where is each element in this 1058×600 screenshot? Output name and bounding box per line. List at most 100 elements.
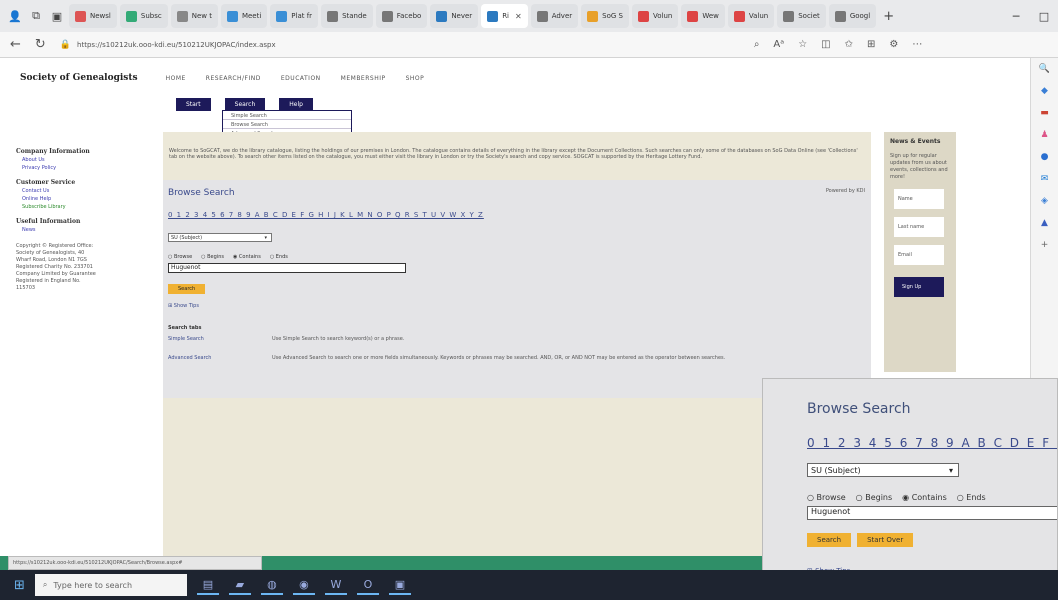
browser-tab[interactable]: New t: [170, 4, 218, 28]
taskbar-search[interactable]: ⌕ Type here to search: [34, 574, 187, 596]
outlook-taskbar-icon[interactable]: O: [356, 575, 379, 595]
site-logo[interactable]: Society of Genealogists: [20, 73, 138, 83]
zoom-browse-title: Browse Search: [807, 401, 911, 417]
maximize-icon[interactable]: □: [1030, 10, 1058, 23]
left-link[interactable]: Subscribe Library: [22, 204, 156, 210]
url-field[interactable]: 🔒 https://s10212uk.ooo-kdi.eu/510212UKJO…: [60, 40, 740, 50]
browser-tab[interactable]: Societ: [777, 4, 826, 28]
left-link[interactable]: Privacy Policy: [22, 165, 156, 171]
close-tab-icon[interactable]: ✕: [515, 12, 522, 21]
show-tips-link[interactable]: ⊞ Show Tips: [168, 303, 199, 309]
field-select[interactable]: SU (Subject) ▾: [168, 233, 272, 242]
file-explorer-icon[interactable]: ▰: [228, 575, 251, 595]
browser-tab[interactable]: Googl: [828, 4, 877, 28]
windows-start-icon[interactable]: ⊞: [14, 578, 25, 593]
browser-tab[interactable]: Subsc: [119, 4, 168, 28]
sign-up-button[interactable]: Sign Up: [894, 277, 944, 297]
match-radio[interactable]: ○ Begins: [201, 254, 224, 260]
left-link[interactable]: Online Help: [22, 196, 156, 202]
favorites-icon[interactable]: ✩: [845, 39, 853, 50]
site-nav-item[interactable]: SHOP: [406, 75, 425, 82]
zoom-icon[interactable]: ⌕: [754, 39, 760, 50]
news-signup-panel: News & Events Sign up for regular update…: [884, 132, 956, 372]
back-icon[interactable]: ←: [10, 37, 21, 52]
dropdown-item[interactable]: Browse Search: [223, 120, 351, 129]
browser-tab[interactable]: Facebo: [375, 4, 428, 28]
site-nav-item[interactable]: EDUCATION: [281, 75, 321, 82]
left-link[interactable]: Contact Us: [22, 188, 156, 194]
browser-tab[interactable]: Stande: [321, 4, 373, 28]
favorite-star-icon[interactable]: ☆: [798, 39, 807, 50]
tab-favicon-icon: [637, 10, 649, 22]
zoom-field-select[interactable]: SU (Subject) ▾: [807, 463, 959, 477]
tab-label: Valun: [748, 12, 769, 20]
collections-icon[interactable]: ⧉: [27, 7, 45, 25]
site-nav-item[interactable]: RESEARCH/FIND: [206, 75, 261, 82]
browser-tab[interactable]: Plat fr: [270, 4, 319, 28]
search-icon[interactable]: 🔍: [1039, 64, 1050, 74]
browser-tab[interactable]: Never: [430, 4, 479, 28]
minimize-icon[interactable]: ─: [1002, 10, 1030, 23]
search-submit-button[interactable]: Search: [168, 284, 206, 294]
site-nav: HOME RESEARCH/FIND EDUCATION MEMBERSHIP SHOP: [166, 75, 425, 82]
tools-icon[interactable]: ◈: [1041, 196, 1048, 206]
task-view-icon[interactable]: ▤: [196, 575, 219, 595]
match-radio[interactable]: ○ Ends: [270, 254, 288, 260]
browser-tab[interactable]: Adver: [530, 4, 579, 28]
extensions-icon[interactable]: ⚙: [889, 39, 898, 50]
help-row-title[interactable]: Simple Search: [168, 336, 272, 342]
word-icon[interactable]: W: [324, 575, 347, 595]
chrome-icon[interactable]: ◉: [292, 575, 315, 595]
zoom-search-button[interactable]: Search: [807, 533, 852, 547]
browser-tab[interactable]: Newsl: [69, 4, 117, 28]
match-radio[interactable]: ◉ Contains: [902, 493, 947, 502]
collections-toolbar-icon[interactable]: ⊞: [867, 39, 875, 50]
browser-tab[interactable]: Volun: [631, 4, 679, 28]
signup-field[interactable]: Email: [894, 245, 944, 265]
zoom-start-over-button[interactable]: Start Over: [857, 533, 914, 547]
zoom-inset: Browse Search 0 1 2 3 4 5 6 7 8 9 A B C …: [762, 378, 1058, 600]
refresh-icon[interactable]: ↻: [35, 37, 46, 52]
browser-tab[interactable]: SoG S: [581, 4, 629, 28]
outlook-icon[interactable]: ✉: [1041, 174, 1049, 184]
site-nav-item[interactable]: HOME: [166, 75, 186, 82]
start-button[interactable]: Start: [176, 98, 211, 111]
site-nav-item[interactable]: MEMBERSHIP: [341, 75, 386, 82]
more-icon[interactable]: ⋯: [912, 39, 922, 50]
edge-icon[interactable]: ◍: [260, 575, 283, 595]
match-radio[interactable]: ○ Browse: [807, 493, 846, 502]
browser-tab[interactable]: Valun: [727, 4, 775, 28]
signup-field[interactable]: Name: [894, 189, 944, 209]
search-input[interactable]: Huguenot: [168, 263, 406, 273]
help-row-title[interactable]: Advanced Search: [168, 355, 272, 361]
match-radio[interactable]: ○ Browse: [168, 254, 192, 260]
office-icon[interactable]: ●: [1041, 152, 1049, 162]
zoom-alphabet-links[interactable]: 0 1 2 3 4 5 6 7 8 9 A B C D E F G H I J …: [807, 436, 1057, 450]
browser-tab[interactable]: Meeti: [220, 4, 268, 28]
read-aloud-icon[interactable]: Aᵃ: [773, 39, 784, 50]
split-screen-icon[interactable]: ◫: [821, 39, 830, 50]
signup-field[interactable]: Last name: [894, 217, 944, 237]
toolbox-icon[interactable]: ▬: [1040, 108, 1049, 118]
browser-tab[interactable]: Ri ✕: [481, 4, 528, 28]
left-link[interactable]: News: [22, 227, 156, 233]
games-icon[interactable]: ♟: [1040, 130, 1048, 140]
match-radio[interactable]: ◉ Contains: [233, 254, 261, 260]
add-icon[interactable]: +: [1041, 240, 1049, 250]
shopping-icon[interactable]: ◆: [1041, 86, 1048, 96]
browser-tab[interactable]: Wew: [681, 4, 725, 28]
dropdown-item[interactable]: Simple Search: [223, 111, 351, 120]
help-heading: Search tabs: [168, 325, 202, 331]
store-icon[interactable]: ▣: [388, 575, 411, 595]
radio-unchecked-icon: ○: [855, 493, 866, 502]
match-radio[interactable]: ○ Ends: [957, 493, 986, 502]
new-tab-icon[interactable]: +: [883, 9, 894, 24]
alphabet-links[interactable]: 0 1 2 3 4 5 6 7 8 9 A B C D E F G H I J …: [168, 211, 484, 219]
tab-actions-icon[interactable]: ▣: [48, 7, 66, 25]
left-link[interactable]: About Us: [22, 157, 156, 163]
zoom-match-radios: ○ Browse ○ Begins ◉ Contains ○ Ends: [807, 493, 986, 502]
profile-icon[interactable]: 👤: [6, 7, 24, 25]
match-radio[interactable]: ○ Begins: [856, 493, 892, 502]
zoom-search-input[interactable]: Huguenot: [807, 506, 1057, 520]
drop-icon[interactable]: ▲: [1041, 218, 1048, 228]
